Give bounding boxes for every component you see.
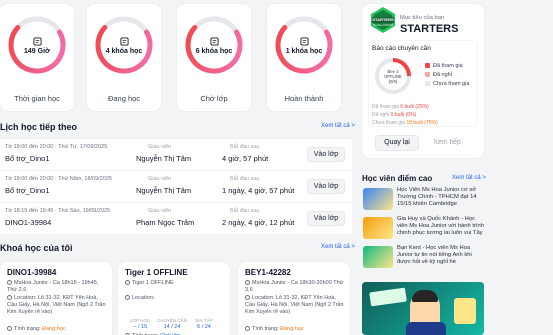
schedule-class-name: Bổ trợ_Dino1 bbox=[5, 154, 50, 163]
student-story-link[interactable]: Học Viên Ms Hoa Junior cơ sở Trường Chin… bbox=[397, 187, 485, 209]
schedule-row: Từ 18:15 đến 19:45 · Thứ Sáu, 19/09/2025… bbox=[0, 202, 352, 234]
attendance-card: STARTERS MsHoa JUNIOR Mục tiêu của bạn S… bbox=[362, 4, 484, 158]
goal-value: STARTERS bbox=[400, 23, 459, 35]
stat-value: 6 khóa học bbox=[195, 48, 233, 55]
schedule-class-name: Bổ trợ_Dino1 bbox=[5, 186, 50, 195]
starts-in-value: 4 giờ, 57 phút bbox=[222, 154, 269, 163]
attendance-stat: Đã nghỉ 0 buổi (0%) bbox=[372, 112, 417, 118]
teacher-name: Phạm Ngọc Trâm bbox=[136, 218, 195, 227]
teacher-label: Giáo viên bbox=[148, 144, 172, 150]
legend-swatch bbox=[425, 81, 430, 87]
course-name: BEY1-42282 bbox=[245, 268, 291, 277]
course-location: Location: bbox=[125, 295, 225, 302]
course-location: Location: Lô 31-32, KĐT Yên Hoà, Cầu Giấ… bbox=[245, 295, 344, 315]
schedule-time: Từ 19:00 đến 20:00 · Thứ Năm, 18/09/2025 bbox=[5, 176, 112, 182]
course-name: Tiger 1 OFFLINE bbox=[125, 268, 188, 277]
starts-in-label: Bắt đầu sau bbox=[230, 208, 260, 214]
attendance-center-text: Bee 2 OFFLINE (0/0) bbox=[384, 69, 402, 84]
pin-icon bbox=[7, 295, 12, 301]
teacher-label: Giáo viên bbox=[148, 176, 172, 182]
legend-swatch bbox=[425, 72, 430, 78]
calendar-icon bbox=[209, 37, 219, 46]
course-location: Location: Lô 31-32, KĐT Yên Hoà, Cầu Giấ… bbox=[7, 295, 106, 315]
promo-banner[interactable] bbox=[362, 282, 484, 335]
status-icon bbox=[7, 326, 12, 332]
location-icon bbox=[125, 280, 130, 286]
course-schedule: Tiger 1 OFFLINE bbox=[125, 280, 225, 287]
pin-icon bbox=[125, 295, 130, 301]
join-class-button[interactable]: Vào lớp bbox=[307, 211, 345, 226]
legend-item: Đã tham gia bbox=[425, 63, 463, 69]
stat-label: Đang học bbox=[107, 94, 141, 103]
schedule-row: Từ 19:00 đến 20:00 · Thứ Năm, 18/09/2025… bbox=[0, 170, 352, 202]
course-status: Tình trạng: Đang học bbox=[245, 326, 304, 333]
stat-value: 4 khóa học bbox=[105, 48, 143, 55]
clock-icon bbox=[32, 37, 42, 46]
stat-card-0[interactable]: 149 Giờ Thời gian học bbox=[0, 4, 74, 111]
pin-icon bbox=[245, 295, 250, 301]
starts-in-label: Bắt đầu sau bbox=[230, 144, 260, 150]
location-icon bbox=[7, 280, 12, 286]
status-icon bbox=[245, 326, 250, 332]
schedule-time: Từ 18:15 đến 19:45 · Thứ Sáu, 19/09/2025 bbox=[5, 208, 111, 214]
goal-label: Mục tiêu của bạn bbox=[400, 15, 445, 21]
teacher-label: Giáo viên bbox=[148, 208, 172, 214]
schedule-title: Lịch học tiếp theo bbox=[0, 122, 78, 132]
starts-in-value: 1 ngày, 4 giờ, 57 phút bbox=[222, 186, 295, 195]
stat-card-2[interactable]: 6 khóa học Chờ lớp bbox=[177, 4, 251, 111]
legend-item: Chưa tham gia bbox=[425, 81, 469, 87]
student-story-link[interactable]: Bạn Kent - Học viên Ms Hoa Junior tự tin… bbox=[397, 245, 485, 267]
course-card[interactable]: BEY1-42282 MsHoa Junior - Ca 18h30-20h00 … bbox=[238, 262, 350, 335]
course-card[interactable]: Tiger 1 OFFLINE Tiger 1 OFFLINE Location: L… bbox=[118, 262, 230, 335]
stat-label: Hoàn thành bbox=[284, 94, 324, 103]
stat-value: 1 khóa học bbox=[285, 48, 323, 55]
attendance-stat: Đã tham gia 6 buổi (25%) bbox=[372, 104, 429, 110]
next-button[interactable]: Xem tiếp bbox=[425, 135, 469, 151]
schedule-list: Từ 19:00 đến 20:00 · Thứ Tư, 17/09/2025 B… bbox=[0, 138, 352, 234]
attendance-report: Báo cáo chuyên cần Bee 2 OFFLINE (0/0) Đ… bbox=[368, 40, 478, 127]
attendance-stat: Chưa tham gia 18 buổi (75%) bbox=[372, 120, 438, 126]
stat-value: 149 Giờ bbox=[24, 48, 50, 55]
stat-label: Thời gian học bbox=[14, 94, 60, 103]
student-thumbnail[interactable] bbox=[363, 246, 393, 268]
back-button[interactable]: Quay lại bbox=[375, 135, 419, 151]
top-students-title: Học viên điểm cao bbox=[362, 174, 433, 183]
teacher-name: Nguyễn Thị Tâm bbox=[136, 186, 192, 195]
course-name: DINO1-39984 bbox=[7, 268, 57, 277]
course-card[interactable]: DINO1-39984 MsHoa Junior - Ca 18h15 - 19h… bbox=[0, 262, 112, 335]
course-status: Tình trạng: Đang học bbox=[7, 326, 66, 333]
starts-in-value: 2 ngày, 4 giờ, 12 phút bbox=[222, 218, 295, 227]
schedule-row: Từ 19:00 đến 20:00 · Thứ Tư, 17/09/2025 B… bbox=[0, 138, 352, 170]
student-story-link[interactable]: Gia Huy và Quốc Khánh - Học viên Ms Hoa … bbox=[397, 216, 485, 238]
book-icon bbox=[119, 37, 129, 46]
check-icon bbox=[299, 37, 309, 46]
legend-swatch bbox=[425, 63, 430, 69]
location-icon bbox=[245, 280, 250, 286]
teacher-name: Nguyễn Thị Tâm bbox=[136, 154, 192, 163]
stat-card-1[interactable]: 4 khóa học Đang học bbox=[87, 4, 161, 111]
stat-label: Chờ lớp bbox=[200, 94, 228, 103]
legend-item: Đã nghỉ bbox=[425, 72, 452, 78]
course-schedule: MsHoa Junior - Ca 18h30-20h00 Thứ 3,6 bbox=[245, 280, 344, 293]
schedule-see-all-link[interactable]: Xem tất cả > bbox=[321, 123, 355, 129]
attendance-title: Báo cáo chuyên cần bbox=[372, 45, 431, 52]
stat-card-3[interactable]: 1 khóa học Hoàn thành bbox=[267, 4, 341, 111]
courses-see-all-link[interactable]: Xem tất cả > bbox=[321, 244, 355, 250]
starts-in-label: Bắt đầu sau bbox=[230, 176, 260, 182]
courses-title: Khoá học của tôi bbox=[0, 243, 73, 253]
course-schedule: MsHoa Junior - Ca 18h15 - 19h45, Thứ 2,6 bbox=[7, 280, 99, 293]
top-students-see-all-link[interactable]: Xem tất cả > bbox=[452, 175, 486, 181]
student-thumbnail[interactable] bbox=[363, 217, 393, 239]
student-thumbnail[interactable] bbox=[363, 188, 393, 210]
starters-badge-icon: STARTERS MsHoa JUNIOR bbox=[369, 6, 397, 34]
schedule-time: Từ 19:00 đến 20:00 · Thứ Tư, 17/09/2025 bbox=[5, 144, 108, 150]
join-class-button[interactable]: Vào lớp bbox=[307, 179, 345, 194]
join-class-button[interactable]: Vào lớp bbox=[307, 147, 345, 162]
schedule-class-name: DINO1-39984 bbox=[5, 218, 52, 227]
